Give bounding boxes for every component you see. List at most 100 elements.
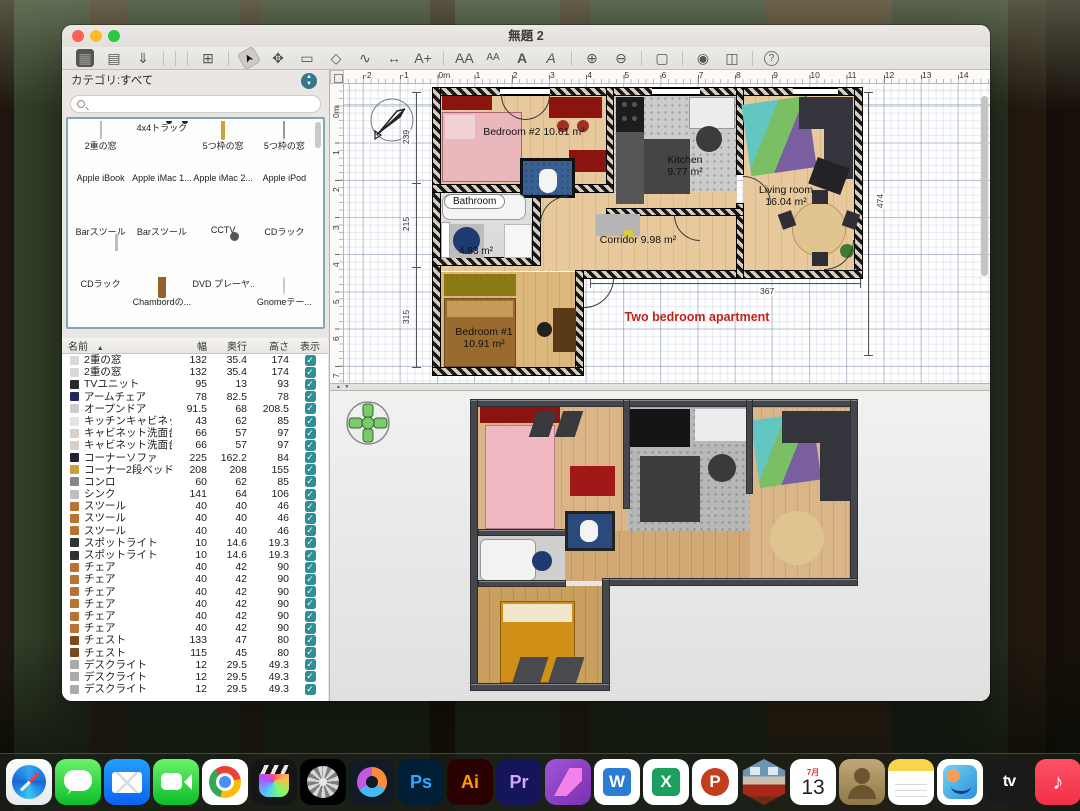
catalog-item[interactable]: DVD プレーヤ... — [193, 277, 254, 329]
dock-icon-word[interactable]: W — [594, 759, 640, 805]
create-polylines-icon[interactable]: ∿ — [356, 49, 374, 67]
furniture-row[interactable]: チェア 40 42 90 — [62, 622, 328, 634]
create-dimensions-icon[interactable]: ↔ — [385, 49, 403, 67]
plan-stove[interactable] — [616, 97, 644, 132]
italic-icon[interactable]: A — [542, 49, 560, 67]
catalog-item[interactable]: Barスツール — [70, 225, 131, 277]
visible-checkbox[interactable] — [305, 562, 316, 573]
catalog-item[interactable]: CDラック — [254, 225, 315, 277]
catalog-scrollbar[interactable] — [315, 122, 321, 148]
furniture-row[interactable]: チェア 40 42 90 — [62, 598, 328, 610]
dock-icon-appletv[interactable]: tv — [986, 759, 1032, 805]
divider-arrows-icon[interactable]: ▲ ▼ — [336, 384, 350, 390]
dock-icon-music[interactable]: ♪ — [1035, 759, 1080, 805]
plan-desk[interactable] — [553, 308, 576, 352]
plan-wardrobe[interactable] — [444, 274, 516, 296]
room-label-kitchen[interactable]: Kitchen9.77 m² — [649, 154, 721, 178]
dimension-line[interactable] — [590, 283, 860, 284]
catalog-item[interactable]: Apple iMac 1... — [131, 173, 192, 225]
visible-checkbox[interactable] — [305, 391, 316, 402]
dock-icon-calendar[interactable]: 7月 13 — [790, 759, 836, 805]
furniture-row[interactable]: チェスト 115 45 80 — [62, 647, 328, 659]
open-plan-icon[interactable]: ▤ — [105, 49, 123, 67]
bold-icon[interactable]: A — [513, 49, 531, 67]
toolbar-separator[interactable] — [175, 51, 176, 66]
plan-round-table[interactable] — [696, 126, 722, 152]
wall[interactable] — [576, 271, 583, 375]
dock-icon-finalcut[interactable] — [251, 759, 297, 805]
dimension-line[interactable] — [868, 92, 869, 355]
pane-divider[interactable]: ▲ ▼ — [330, 383, 990, 391]
dock-icon-notes[interactable] — [888, 759, 934, 805]
dock-icon-contacts[interactable] — [839, 759, 885, 805]
dock-icon-powerpoint[interactable]: P — [692, 759, 738, 805]
toolbar-separator[interactable] — [228, 51, 229, 66]
catalog-item[interactable]: 5つ枠の窓 — [193, 121, 254, 173]
photo-icon[interactable]: ◉ — [694, 49, 712, 67]
furniture-row[interactable]: スポットライト 10 14.6 19.3 — [62, 537, 328, 549]
save-plan-icon[interactable]: ⇓ — [134, 49, 152, 67]
catalog-item[interactable]: 2重の窓 — [70, 121, 131, 173]
column-depth[interactable]: 奥行 — [210, 338, 250, 353]
toolbar-separator[interactable] — [571, 51, 572, 66]
visible-checkbox[interactable] — [305, 598, 316, 609]
plan-cabinet[interactable] — [504, 224, 532, 258]
title-bar[interactable]: 無題 2 — [62, 25, 990, 47]
visible-checkbox[interactable] — [305, 440, 316, 451]
furniture-row[interactable]: スツール 40 40 46 — [62, 500, 328, 512]
column-visible[interactable]: 表示 — [292, 338, 328, 353]
furniture-row[interactable]: コンロ 60 62 85 — [62, 476, 328, 488]
furniture-row[interactable]: デスクライト 12 29.5 49.3 — [62, 683, 328, 695]
furniture-row[interactable]: チェア 40 42 90 — [62, 586, 328, 598]
dock[interactable]: Ps Ai Pr W — [0, 753, 1080, 811]
toolbar-separator[interactable] — [443, 51, 444, 66]
plan-wardrobe[interactable] — [442, 96, 492, 110]
category-select[interactable]: すべて — [120, 70, 153, 93]
room-label-corridor[interactable]: Corridor 9.98 m² — [583, 234, 693, 246]
wall[interactable] — [433, 88, 440, 375]
wall[interactable] — [583, 271, 862, 278]
paste-icon[interactable]: ▦ — [76, 49, 94, 67]
window-gap[interactable] — [500, 88, 550, 95]
toolbar-separator[interactable] — [752, 51, 753, 66]
increase-text-size-icon[interactable]: AA — [455, 49, 473, 67]
add-text-icon[interactable]: A+ — [414, 49, 432, 67]
furniture-row[interactable]: デスクライト 12 29.5 49.3 — [62, 659, 328, 671]
toolbar-separator[interactable] — [641, 51, 642, 66]
furniture-row[interactable]: キッチンキャビネット 43 62 85 — [62, 415, 328, 427]
dock-icon-davinci[interactable] — [349, 759, 395, 805]
furniture-row[interactable]: チェア 40 42 90 — [62, 610, 328, 622]
zoom-in-icon[interactable]: ⊕ — [583, 49, 601, 67]
furniture-row[interactable]: キャビネット洗面台 66 57 97 — [62, 439, 328, 451]
dimension-line[interactable] — [416, 92, 417, 368]
catalog-item[interactable]: Apple iBook — [70, 173, 131, 225]
view-3d[interactable] — [330, 391, 990, 701]
furniture-row[interactable]: チェスト 133 47 80 — [62, 634, 328, 646]
visible-checkbox[interactable] — [305, 611, 316, 622]
dimension-label[interactable]: 367 — [759, 286, 775, 296]
visible-checkbox[interactable] — [305, 355, 316, 366]
column-width[interactable]: 幅 — [172, 338, 210, 353]
minimize-button[interactable] — [90, 30, 102, 42]
visible-checkbox[interactable] — [305, 428, 316, 439]
plan-toilet[interactable] — [539, 169, 557, 193]
plan-doormat[interactable] — [596, 214, 640, 236]
furniture-list-header[interactable]: 名前 ▲ 幅 奥行 高さ 表示 — [62, 338, 328, 354]
visible-checkbox[interactable] — [305, 489, 316, 500]
visible-checkbox[interactable] — [305, 452, 316, 463]
virtual-visit-icon[interactable]: ▢ — [653, 49, 671, 67]
dock-icon-facetime[interactable] — [153, 759, 199, 805]
decrease-text-size-icon[interactable]: AA — [484, 49, 502, 67]
add-furniture-icon[interactable]: ⊞ — [199, 49, 217, 67]
plan-fridge[interactable] — [689, 97, 735, 129]
plan-canvas[interactable]: Bedroom #2 10.61 m² Kitchen9.77 m² Livin… — [344, 84, 990, 383]
zoom-out-icon[interactable]: ⊖ — [612, 49, 630, 67]
plan-annotation[interactable]: Two bedroom apartment — [612, 310, 782, 324]
dimension-label[interactable]: 474 — [875, 193, 885, 209]
dimension-label[interactable]: 239 — [401, 129, 411, 145]
column-height[interactable]: 高さ — [250, 338, 292, 353]
wall[interactable] — [737, 88, 743, 174]
visible-checkbox[interactable] — [305, 550, 316, 561]
dock-icon-messages[interactable] — [55, 759, 101, 805]
pan-tool-icon[interactable]: ✥ — [269, 49, 287, 67]
